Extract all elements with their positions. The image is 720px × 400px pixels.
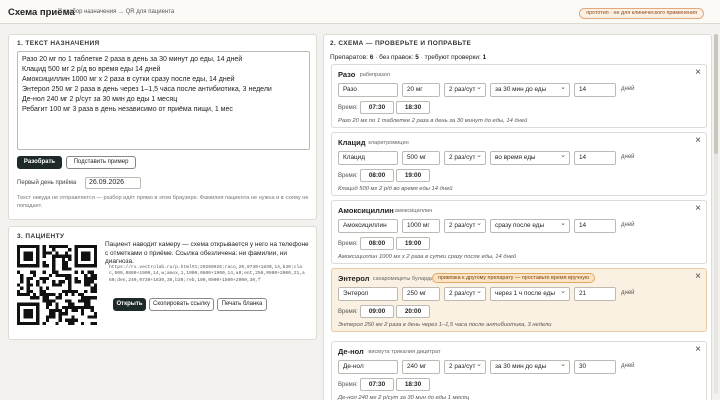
app-subtitle: разбор назначения → QR для пациента [63, 9, 175, 15]
drug-card: Амоксициллин амоксициллин × Амоксициллин 100… [331, 200, 707, 264]
days-input[interactable]: 14 [574, 83, 616, 97]
drug-name-input[interactable]: Разо [338, 83, 398, 97]
first-day-input[interactable]: 26.09.2026 [85, 177, 141, 189]
section-title: 2. СХЕМА — ПРОВЕРЬТЕ И ПОПРАВЬТЕ [330, 40, 472, 47]
time-chip[interactable]: 19:00 [396, 169, 430, 182]
section-title: 1. ТЕКСТ НАЗНАЧЕНИЯ [17, 40, 100, 47]
scrollbar-thumb[interactable] [714, 34, 718, 154]
drug-card: Разорабепразол×Разо20 мг2 раз/сутза 30 м… [331, 64, 707, 128]
prescription-textarea[interactable]: Разо 20 мг по 1 таблетке 2 раза в день з… [17, 51, 310, 150]
stats-line: Препаратов: 6 · без правок: 5 · требуют … [330, 54, 487, 61]
close-icon[interactable]: × [695, 344, 701, 355]
days-unit: дней [621, 86, 635, 92]
timing-select[interactable]: через 1 ч после еды [490, 287, 570, 301]
source-line-preview: Энтерол 250 мг 2 раза в день через 1–1,5… [338, 322, 552, 328]
drug-generic-name: сахаромицеты буларди [372, 276, 434, 282]
copy-link-button[interactable]: Скопировать ссылку [149, 298, 214, 311]
source-line-preview: Разо 20 мг по 1 таблетке 2 раза в день з… [338, 118, 528, 124]
time-chip[interactable]: 09:00 [360, 305, 394, 318]
first-day-label: Первый день приёма [17, 180, 77, 186]
dose-input[interactable]: 250 мг [402, 287, 440, 301]
time-chip[interactable]: 20:00 [396, 305, 430, 318]
drug-name-input[interactable]: Де-нол [338, 360, 398, 374]
drug-name: Амоксициллин [338, 206, 394, 215]
frequency-select[interactable]: 2 раз/сут [444, 83, 486, 97]
print-form-button[interactable]: Печать бланка [217, 298, 267, 311]
qr-code [17, 245, 97, 325]
source-line-preview: Амоксициллин 1000 мг х 2 раза в сутки ср… [338, 254, 517, 260]
drug-name: Клацид [338, 138, 366, 147]
days-input[interactable]: 14 [574, 219, 616, 233]
frequency-select[interactable]: 2 раз/сут [444, 219, 486, 233]
time-label: Время: [338, 382, 358, 388]
top-bar: Схема приёма разбор назначения → QR для … [0, 0, 720, 24]
time-chip[interactable]: 18:30 [396, 378, 430, 391]
close-icon[interactable]: × [695, 271, 701, 282]
prototype-badge: прототип · не для клинического применени… [579, 8, 704, 19]
drug-name-input[interactable]: Амоксициллин [338, 219, 398, 233]
time-chip[interactable]: 08:00 [360, 237, 394, 250]
drug-name-input[interactable]: Энтерол [338, 287, 398, 301]
drug-card: Клацид кларитромицин × Клацид 500 мг 2 раз/су… [331, 132, 707, 196]
time-label: Время: [338, 105, 358, 111]
close-icon[interactable]: × [695, 67, 701, 78]
close-icon[interactable]: × [695, 135, 701, 146]
drug-generic-name: амоксициллин [394, 208, 433, 214]
patient-card: 3. ПАЦИЕНТУ Пациент наводит камеру — схе… [8, 226, 317, 340]
time-label: Время: [338, 173, 358, 179]
dose-input[interactable]: 240 мг [402, 360, 440, 374]
frequency-select[interactable]: 2 раз/сут [444, 151, 486, 165]
timing-select[interactable]: во время еды [490, 151, 570, 165]
days-unit: дней [621, 222, 635, 228]
days-input[interactable]: 30 [574, 360, 616, 374]
close-icon[interactable]: × [695, 203, 701, 214]
prescription-card: 1. ТЕКСТ НАЗНАЧЕНИЯ Разо 20 мг по 1 табл… [8, 34, 317, 220]
drug-generic-name: рабепразол [359, 72, 391, 78]
drug-card: Де-нол висмута трикалия дицитрат × Де-нол 24… [331, 341, 707, 400]
timing-select[interactable]: за 30 мин до еды [490, 360, 570, 374]
time-chip[interactable]: 18:30 [396, 101, 430, 114]
time-chip[interactable]: 19:00 [396, 237, 430, 250]
time-chip[interactable]: 07:30 [360, 101, 394, 114]
drug-generic-name: кларитромицин [368, 140, 409, 146]
timing-select[interactable]: сразу после еды [490, 219, 570, 233]
days-input[interactable]: 14 [574, 151, 616, 165]
drug-generic-name: висмута трикалия дицитрат [368, 349, 441, 355]
days-unit: дней [621, 154, 635, 160]
days-input[interactable]: 21 [574, 287, 616, 301]
parse-button[interactable]: Разобрать [17, 156, 62, 169]
time-chip[interactable]: 07:30 [360, 378, 394, 391]
drug-name-input[interactable]: Клацид [338, 151, 398, 165]
drug-name: Де-нол [338, 347, 364, 356]
schedule-card: 2. СХЕМА — ПРОВЕРЬТЕ И ПОПРАВЬТЕ Препара… [323, 34, 712, 400]
frequency-select[interactable]: 2 раз/сут [444, 360, 486, 374]
timing-select[interactable]: за 30 мин до еды [490, 83, 570, 97]
open-button[interactable]: Открыть [113, 298, 146, 311]
dose-input[interactable]: 500 мг [402, 151, 440, 165]
drug-name: Энтерол [338, 274, 370, 283]
dose-input[interactable]: 20 мг [402, 83, 440, 97]
dose-input[interactable]: 1000 мг [402, 219, 440, 233]
drug-card: Энтерол сахаромицеты буларди привязка к др… [331, 268, 707, 332]
source-line-preview: Клацид 500 мг 2 р/д во время еды 14 дней [338, 186, 453, 192]
days-unit: дней [621, 290, 635, 296]
days-unit: дней [621, 363, 635, 369]
frequency-select[interactable]: 2 раз/сут [444, 287, 486, 301]
privacy-note: Текст никуда не отправляется — разбор ид… [17, 195, 309, 209]
section-title: 3. ПАЦИЕНТУ [17, 233, 65, 240]
insert-example-button[interactable]: Подставить пример [66, 156, 136, 169]
drug-name: Разо [338, 70, 356, 79]
warning-badge: привязка к другому препарату — проставьт… [432, 273, 596, 283]
source-line-preview: Де-нол 240 мг 2 р/сут за 30 мин до еды 1… [338, 395, 470, 400]
patient-url[interactable]: https://rx.vectrolab.ru/p.html#1;2026092… [105, 263, 310, 287]
time-label: Время: [338, 309, 358, 315]
time-chip[interactable]: 08:00 [360, 169, 394, 182]
time-label: Время: [338, 241, 358, 247]
